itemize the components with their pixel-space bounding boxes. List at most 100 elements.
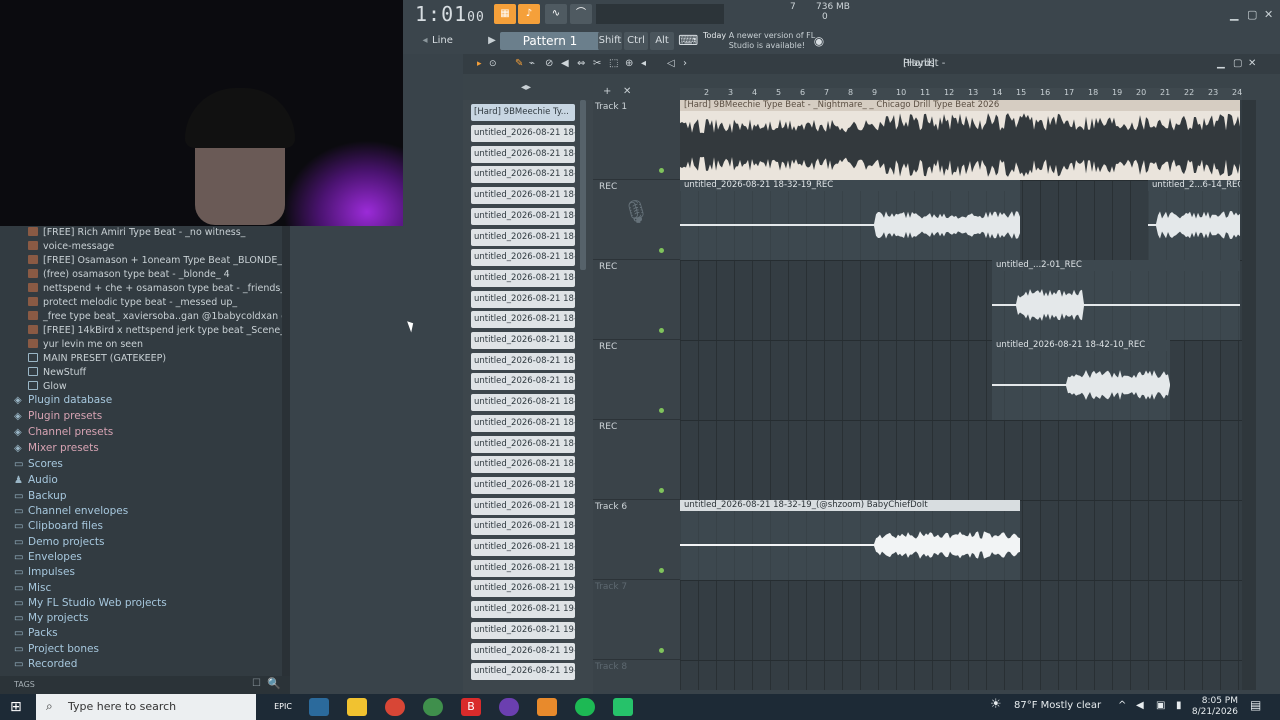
arrow-icon[interactable]: ▸ bbox=[477, 54, 482, 74]
taskbar-clock[interactable]: 8:05 PM 8/21/2026 bbox=[1190, 696, 1238, 718]
back-icon[interactable]: ◁ bbox=[667, 54, 675, 74]
waveform-icon[interactable]: ∿ bbox=[545, 4, 567, 24]
app-icon[interactable] bbox=[613, 698, 633, 716]
clip-rec-1[interactable]: untitled_2026-08-21 18-32-19_REC bbox=[680, 180, 1020, 260]
browser-category[interactable]: ▭ Impulses bbox=[0, 565, 282, 580]
browser-file[interactable]: [FREE] Rich Amiri Type Beat - _no witnes… bbox=[0, 226, 282, 240]
update-icon[interactable]: ◉ bbox=[812, 32, 826, 50]
browser-category[interactable]: ◈ Mixer presets bbox=[0, 440, 282, 456]
close-icon[interactable]: ✕ bbox=[1264, 8, 1273, 21]
search-icon[interactable]: 🔍 bbox=[267, 677, 281, 690]
picker-item[interactable]: untitled_2026-08-21 18- bbox=[471, 187, 575, 205]
minimize-icon[interactable]: ▁ bbox=[1230, 8, 1238, 21]
windows-start-icon[interactable]: ⊞ bbox=[10, 699, 22, 715]
picker-item[interactable]: untitled_2026-08-21 18- bbox=[471, 352, 575, 370]
brush-icon[interactable]: ⌁ bbox=[529, 54, 535, 74]
picker-item[interactable]: untitled_2026-08-21 18- bbox=[471, 249, 575, 267]
steam-icon[interactable] bbox=[309, 698, 329, 716]
browser-category[interactable]: ▭ My FL Studio Web projects bbox=[0, 596, 282, 611]
speaker-icon[interactable]: ◀ bbox=[1136, 700, 1144, 711]
browser-category[interactable]: ◈ Channel presets bbox=[0, 424, 282, 440]
track-active-led[interactable] bbox=[659, 168, 664, 173]
brave-icon[interactable]: B bbox=[461, 698, 481, 716]
playlist-close-icon[interactable]: ✕ bbox=[1248, 54, 1256, 74]
picker-arrows-icon[interactable]: ◂▸ bbox=[521, 82, 531, 93]
taskbar-search[interactable]: ⌕ Type here to search bbox=[36, 694, 256, 720]
clip-track6[interactable]: untitled_2026-08-21 18-32-19_(@shzoom) B… bbox=[680, 500, 1020, 580]
browser-category[interactable]: ▭ Recorded bbox=[0, 657, 282, 672]
picker-item[interactable]: untitled_2026-08-21 18- bbox=[471, 145, 575, 163]
browser-category[interactable]: ▭ Packs bbox=[0, 626, 282, 641]
browser-category[interactable]: ▭ Demo projects bbox=[0, 535, 282, 550]
track-active-led[interactable] bbox=[659, 568, 664, 573]
track-header[interactable]: REC bbox=[593, 420, 680, 500]
picker-item-active[interactable]: [Hard] 9BMeechie Ty... bbox=[471, 104, 575, 121]
browser-file[interactable]: voice-message bbox=[0, 240, 282, 254]
battery-icon[interactable]: ▮ bbox=[1176, 700, 1182, 711]
tag-icon[interactable]: ☐ bbox=[252, 678, 261, 689]
snap-select[interactable]: Line bbox=[432, 32, 472, 50]
picker-item[interactable]: untitled_2026-08-21 18- bbox=[471, 166, 575, 184]
browser-category[interactable]: ▭ Clipboard files bbox=[0, 519, 282, 534]
tags-bar[interactable]: TAGS bbox=[0, 676, 290, 694]
picker-item[interactable]: untitled_2026-08-21 18- bbox=[471, 539, 575, 556]
browser-file[interactable]: [FREE] 14kBird x nettspend jerk type bea… bbox=[0, 324, 282, 338]
tray-chevron-icon[interactable]: ^ bbox=[1118, 700, 1126, 711]
browser-category[interactable]: ◈ Plugin database bbox=[0, 392, 282, 408]
snap-icon[interactable]: ◂ bbox=[420, 32, 430, 50]
track-active-led[interactable] bbox=[659, 328, 664, 333]
picker-item[interactable]: untitled_2026-08-21 18- bbox=[471, 228, 575, 246]
playback-icon[interactable]: ◂ bbox=[641, 54, 646, 74]
browser-category[interactable]: ▭ Misc bbox=[0, 581, 282, 596]
browser-scrollbar[interactable] bbox=[282, 226, 290, 686]
zoom-icon[interactable]: ⊕ bbox=[625, 54, 633, 74]
update-notice[interactable]: Today A newer version of FL Studio is av… bbox=[703, 31, 829, 51]
picker-item[interactable]: untitled_2026-08-21 19- bbox=[471, 621, 575, 639]
picker-item[interactable]: untitled_2026-08-21 18- bbox=[471, 414, 575, 432]
chrome-alt-icon[interactable] bbox=[423, 698, 443, 716]
notifications-icon[interactable]: ▤ bbox=[1250, 698, 1261, 712]
network-icon[interactable]: ▣ bbox=[1156, 700, 1165, 711]
file-explorer-icon[interactable] bbox=[347, 698, 367, 716]
track-header[interactable]: REC bbox=[593, 260, 680, 340]
browser-file[interactable]: [FREE] Osamason + 1oneam Type Beat _BLON… bbox=[0, 254, 282, 268]
track-header[interactable]: Track 1 bbox=[593, 100, 680, 180]
browser-category[interactable]: ◈ Plugin presets bbox=[0, 408, 282, 424]
picker-item[interactable]: untitled_2026-08-21 18- bbox=[471, 373, 575, 391]
ctrl-key[interactable]: Ctrl bbox=[624, 32, 648, 50]
track-header[interactable]: REC bbox=[593, 340, 680, 420]
picker-item[interactable]: untitled_2026-08-21 18- bbox=[471, 290, 575, 308]
picker-item[interactable]: untitled_2026-08-21 18- bbox=[471, 559, 575, 577]
picker-item[interactable]: untitled_2026-08-21 19- bbox=[471, 663, 575, 681]
picker-item[interactable]: untitled_2026-08-21 18- bbox=[471, 435, 575, 453]
fl-studio-icon[interactable] bbox=[537, 698, 557, 716]
picker-item[interactable]: untitled_2026-08-21 18- bbox=[471, 332, 575, 349]
picker-item[interactable]: untitled_2026-08-21 18- bbox=[471, 497, 575, 515]
picker-item[interactable]: untitled_2026-08-21 18- bbox=[471, 476, 575, 494]
clip-beat[interactable]: [Hard] 9BMeechie Type Beat - _Nightmare_… bbox=[680, 100, 1240, 180]
timeline-ruler[interactable]: 2 3 4 5 6 7 8 9 10 11 12 13 14 15 16 17 18 19 20 21 22 23 24 bbox=[680, 88, 1242, 100]
select-icon[interactable]: ⬚ bbox=[609, 54, 618, 74]
spotify-icon[interactable] bbox=[575, 698, 595, 716]
alt-key[interactable]: Alt bbox=[650, 32, 674, 50]
maximize-icon[interactable]: ▢ bbox=[1247, 8, 1257, 21]
browser-file[interactable]: nettspend + che + osamason type beat - _… bbox=[0, 282, 282, 296]
browser-category[interactable]: ▭ Scores bbox=[0, 456, 282, 472]
pattern-mode-icon[interactable]: ▦ bbox=[494, 4, 516, 24]
browser-file[interactable]: MAIN PRESET (GATEKEEP) bbox=[0, 352, 282, 366]
clip-rec-3[interactable]: untitled_...2-01_REC bbox=[992, 260, 1240, 340]
song-mode-icon[interactable]: ♪ bbox=[518, 4, 540, 24]
browser-category[interactable]: ▭ Project bones bbox=[0, 642, 282, 657]
discord-icon[interactable] bbox=[499, 698, 519, 716]
pattern-selector[interactable]: Pattern 1 bbox=[500, 32, 600, 50]
weather-text[interactable]: 87°F Mostly clear bbox=[1014, 700, 1101, 711]
song-position[interactable]: 1:0100 bbox=[415, 2, 485, 26]
picker-item[interactable]: untitled_2026-08-21 18- bbox=[471, 456, 575, 474]
clip-rec-4[interactable]: untitled_2026-08-21 18-42-10_REC bbox=[992, 340, 1170, 420]
playlist-scrollbar[interactable] bbox=[1242, 100, 1256, 690]
track-active-led[interactable] bbox=[659, 248, 664, 253]
track-active-led[interactable] bbox=[659, 408, 664, 413]
browser-file[interactable]: NewStuff bbox=[0, 366, 282, 380]
epic-games-icon[interactable]: EPIC bbox=[273, 698, 293, 716]
picker-item[interactable]: untitled_2026-08-21 18- bbox=[471, 269, 575, 287]
